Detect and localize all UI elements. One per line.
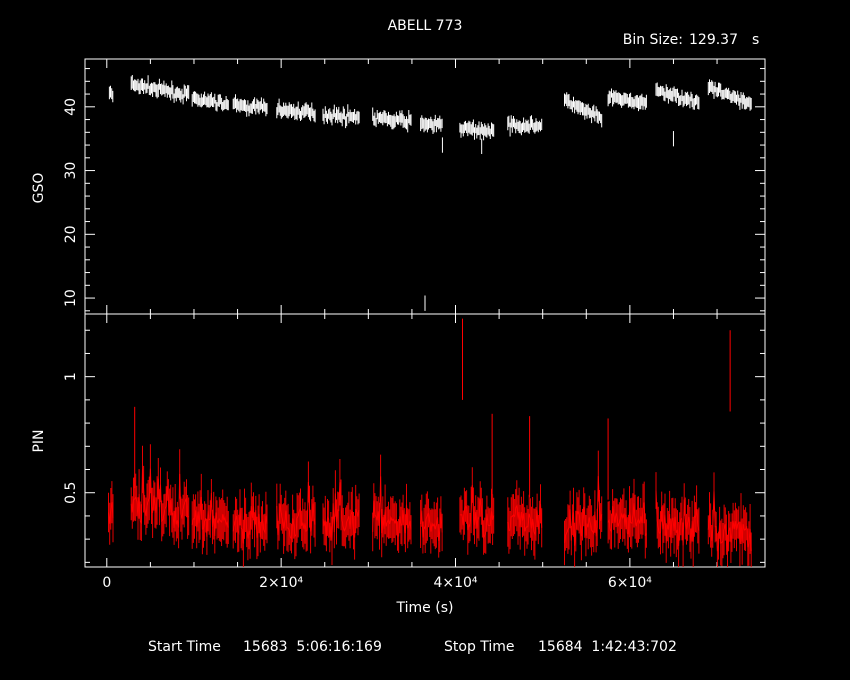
data-segment <box>507 480 543 560</box>
series <box>108 318 752 567</box>
y-tick-label: 10 <box>63 289 79 307</box>
data-segment <box>459 119 495 141</box>
y-tick-label: 20 <box>63 225 79 243</box>
bin-size-value: 129.37 <box>689 32 738 48</box>
data-segment <box>322 104 360 129</box>
x-tick-label: 2×10⁴ <box>259 575 303 591</box>
bin-size-label: Bin Size: <box>623 32 683 48</box>
series <box>108 75 752 311</box>
data-segment <box>130 444 190 549</box>
data-segment <box>372 107 412 133</box>
lightcurve-figure: ABELL 773 Bin Size: 129.37 s 10 20 30 40 0 2… <box>31 18 766 655</box>
chart-title: ABELL 773 <box>388 18 463 34</box>
data-segment <box>607 88 647 112</box>
data-segment <box>276 461 316 560</box>
data-segment <box>420 491 443 558</box>
data-segment <box>191 91 229 112</box>
data-segment <box>420 114 443 134</box>
data-segment <box>564 92 603 128</box>
data-segment <box>232 94 268 117</box>
data-segment <box>276 98 316 123</box>
y-tick-label: 30 <box>63 162 79 180</box>
time-axis-label: Time (s) <box>396 600 454 616</box>
start-time-label: Start Time <box>148 639 221 655</box>
data-segment <box>607 478 647 559</box>
data-segment <box>191 473 229 555</box>
bin-size-unit: s <box>752 32 759 48</box>
data-segment <box>372 454 412 558</box>
data-segment <box>459 467 495 555</box>
x-tick-label: 6×10⁴ <box>608 575 652 591</box>
gso-panel: 10 20 30 40 <box>63 58 766 315</box>
data-segment <box>655 472 700 567</box>
data-segment <box>108 481 114 545</box>
data-segment <box>130 75 190 105</box>
stop-time-label: Stop Time <box>444 639 515 655</box>
data-segment <box>232 482 268 567</box>
data-segment <box>655 82 700 110</box>
y-tick-label: 0.5 <box>63 482 79 504</box>
stop-time-value: 15684 1:42:43:702 <box>538 639 677 655</box>
pin-panel: 0 2×10⁴ 4×10⁴ 6×10⁴ 0.5 1 <box>63 313 766 591</box>
pin-axis-label: PIN <box>31 429 47 452</box>
data-segment <box>707 472 752 567</box>
data-segment <box>322 459 360 565</box>
data-segment <box>707 79 752 111</box>
gso-axis-label: GSO <box>31 173 47 204</box>
x-tick-label: 4×10⁴ <box>433 575 477 591</box>
data-segment <box>507 115 543 137</box>
start-time-value: 15683 5:06:16:169 <box>243 639 382 655</box>
y-tick-label: 1 <box>63 372 79 381</box>
y-tick-label: 40 <box>63 98 79 116</box>
data-segment <box>108 85 114 103</box>
x-tick-label: 0 <box>102 575 111 591</box>
data-segment <box>564 450 603 567</box>
